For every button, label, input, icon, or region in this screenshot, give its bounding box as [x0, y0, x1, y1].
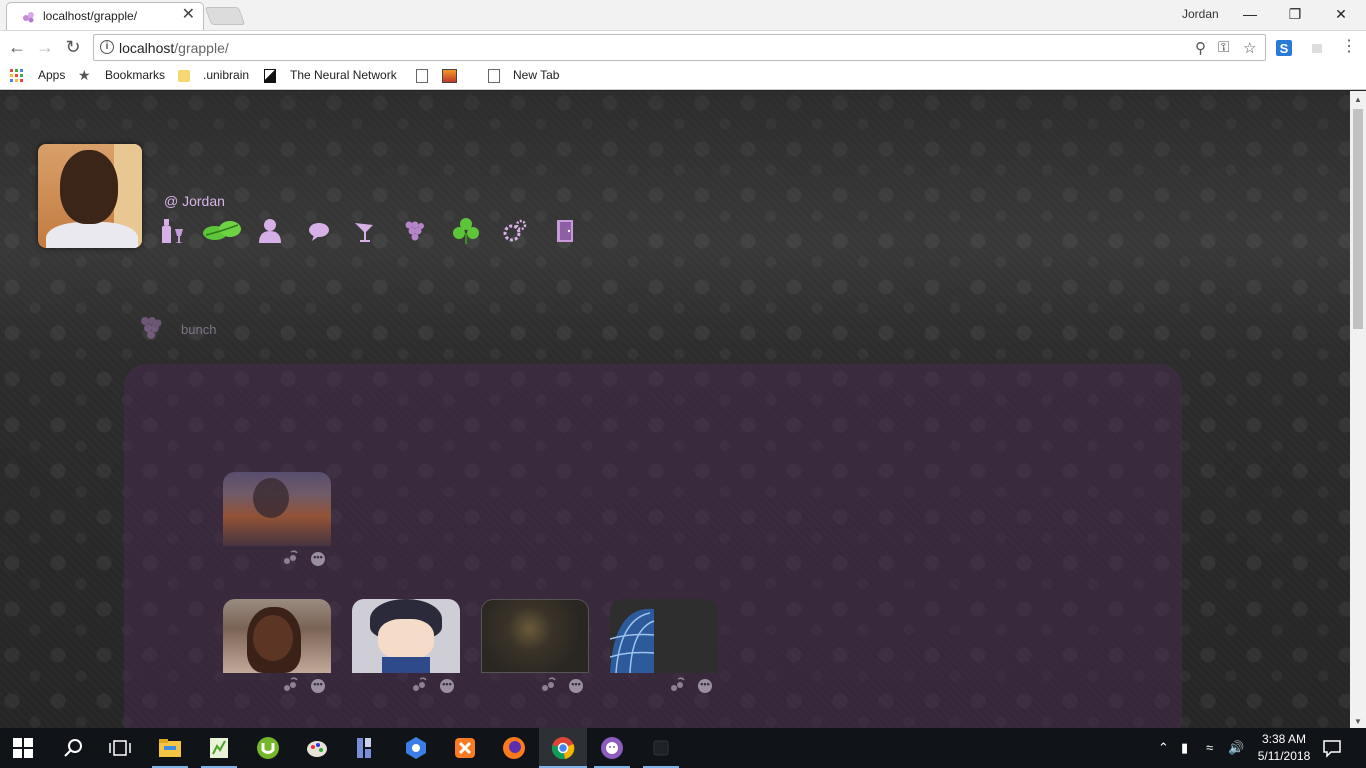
settings-gears-icon[interactable] [502, 217, 528, 245]
key-icon[interactable]: ⚿ [1218, 39, 1229, 56]
username[interactable]: @ Jordan [164, 193, 225, 209]
xampp-icon[interactable] [453, 736, 477, 760]
more-options-button[interactable]: ••• [440, 679, 454, 693]
photo-card[interactable]: ••• [352, 599, 460, 695]
grape-like-icon[interactable] [408, 677, 430, 695]
zoom-icon[interactable]: ⚲ [1195, 39, 1206, 57]
grape-like-icon[interactable] [666, 677, 688, 695]
search-icon[interactable] [62, 736, 86, 760]
chat-icon[interactable] [306, 217, 332, 245]
windows-taskbar: ⌃ ▮ ≈ 🔊 3:38 AM 5/11/2018 [0, 728, 1366, 768]
grape-favicon-icon [23, 12, 34, 23]
page-icon [488, 69, 500, 83]
more-options-button[interactable]: ••• [698, 679, 712, 693]
neural-network-icon [264, 69, 276, 83]
github-icon[interactable] [600, 736, 624, 760]
cocktail-icon[interactable] [352, 217, 378, 245]
grape-icon [141, 317, 162, 339]
avatar[interactable] [38, 144, 142, 248]
menu-dots-icon[interactable]: ⋮ [1338, 36, 1360, 58]
browser-toolbar: ← → ↻ i localhost/grapple/ ⚲ ⚿ ☆ S ⋮ [0, 30, 1366, 63]
browser-tab[interactable]: localhost/grapple/ ✕ [6, 2, 204, 30]
volume-icon[interactable]: 🔊 [1228, 740, 1244, 756]
logout-door-icon[interactable] [552, 217, 578, 245]
more-options-button[interactable]: ••• [311, 552, 325, 566]
notepad-plus-icon[interactable] [207, 736, 231, 760]
wifi-icon[interactable]: ≈ [1206, 740, 1213, 755]
page-icon[interactable] [416, 69, 428, 83]
task-view-icon[interactable] [108, 736, 132, 760]
file-explorer-icon[interactable] [158, 736, 182, 760]
svg-text:S: S [1280, 41, 1289, 56]
info-icon[interactable]: i [100, 40, 114, 54]
new-tab-button[interactable] [204, 7, 246, 25]
forward-arrow-icon[interactable]: → [34, 36, 56, 58]
chrome-icon[interactable] [551, 736, 575, 760]
user-icon[interactable] [257, 217, 283, 245]
grape-like-icon[interactable] [279, 550, 301, 568]
profile-name[interactable]: Jordan [1182, 7, 1219, 21]
page-content: @ Jordan bunch ••• ••• ••• ••• ••• [0, 91, 1350, 728]
star-icon: ★ [78, 67, 91, 83]
page-scrollbar[interactable]: ▲ ▼ [1350, 91, 1366, 728]
grape-like-icon[interactable] [279, 677, 301, 695]
anime-character-photo[interactable] [352, 599, 460, 673]
photo-card[interactable]: ••• [481, 599, 589, 695]
app-icon[interactable] [649, 736, 673, 760]
clock-date: 5/11/2018 [1257, 749, 1311, 763]
more-options-button[interactable]: ••• [569, 679, 583, 693]
bookmark-neural-network[interactable]: The Neural Network [290, 68, 397, 82]
blue-sphere-photo[interactable] [610, 599, 718, 673]
grape-icon[interactable] [401, 217, 427, 245]
scroll-down-icon[interactable]: ▼ [1354, 717, 1362, 726]
network-icon[interactable] [404, 736, 428, 760]
bookmark-unibrain[interactable]: .unibrain [203, 68, 249, 82]
system-clock[interactable]: 3:38 AM 5/11/2018 [1253, 731, 1315, 765]
woman-portrait-photo[interactable] [223, 599, 331, 673]
bookmark-apps[interactable]: Apps [38, 68, 65, 82]
close-window-button[interactable]: ✕ [1326, 4, 1356, 24]
paint-icon[interactable] [305, 736, 329, 760]
bookmark-star-icon[interactable]: ☆ [1243, 39, 1256, 57]
person-on-laptop-photo[interactable] [223, 472, 331, 546]
bookmark-bookmarks[interactable]: Bookmarks [105, 68, 165, 82]
image-icon[interactable] [442, 69, 457, 83]
photo-card[interactable]: ••• [223, 599, 331, 695]
dark-abstract-photo[interactable] [481, 599, 589, 673]
tab-close-button[interactable]: ✕ [182, 7, 195, 23]
firefox-icon[interactable] [502, 736, 526, 760]
battery-icon[interactable]: ▮ [1181, 740, 1188, 756]
more-options-button[interactable]: ••• [311, 679, 325, 693]
apps-grid-icon [10, 69, 23, 82]
app-icon[interactable] [355, 736, 379, 760]
notification-icon[interactable] [1322, 738, 1342, 758]
bookmarks-bar: Apps ★ Bookmarks .unibrain The Neural Ne… [0, 63, 1366, 90]
wine-bottle-icon[interactable] [160, 217, 186, 245]
clock-time: 3:38 AM [1261, 732, 1307, 746]
extension-s-icon[interactable]: S [1275, 39, 1293, 57]
scroll-thumb[interactable] [1353, 109, 1363, 329]
reload-icon[interactable]: ↻ [62, 36, 84, 58]
address-bar[interactable]: i localhost/grapple/ ⚲ ⚿ ☆ [93, 34, 1266, 61]
photo-card[interactable]: ••• [223, 472, 331, 568]
tab-strip: localhost/grapple/ ✕ Jordan — ❐ ✕ [0, 0, 1366, 30]
bookmark-new-tab[interactable]: New Tab [513, 68, 559, 82]
leaf-icon[interactable] [202, 217, 242, 245]
section-label: bunch [181, 322, 217, 337]
windows-start-icon[interactable] [13, 738, 33, 758]
back-arrow-icon[interactable]: ← [6, 36, 28, 58]
tab-title: localhost/grapple/ [43, 9, 138, 23]
chevron-up-icon[interactable]: ⌃ [1158, 740, 1169, 756]
extension-icon[interactable] [1308, 39, 1326, 57]
scroll-up-icon[interactable]: ▲ [1354, 95, 1362, 104]
maximize-button[interactable]: ❐ [1280, 4, 1310, 24]
grape-like-icon[interactable] [537, 677, 559, 695]
clover-icon[interactable] [450, 217, 482, 245]
folder-icon [178, 70, 190, 82]
minimize-button[interactable]: — [1235, 4, 1265, 24]
photo-card[interactable]: ••• [610, 599, 718, 695]
url-text[interactable]: localhost/grapple/ [119, 40, 229, 56]
utorrent-icon[interactable] [256, 736, 280, 760]
